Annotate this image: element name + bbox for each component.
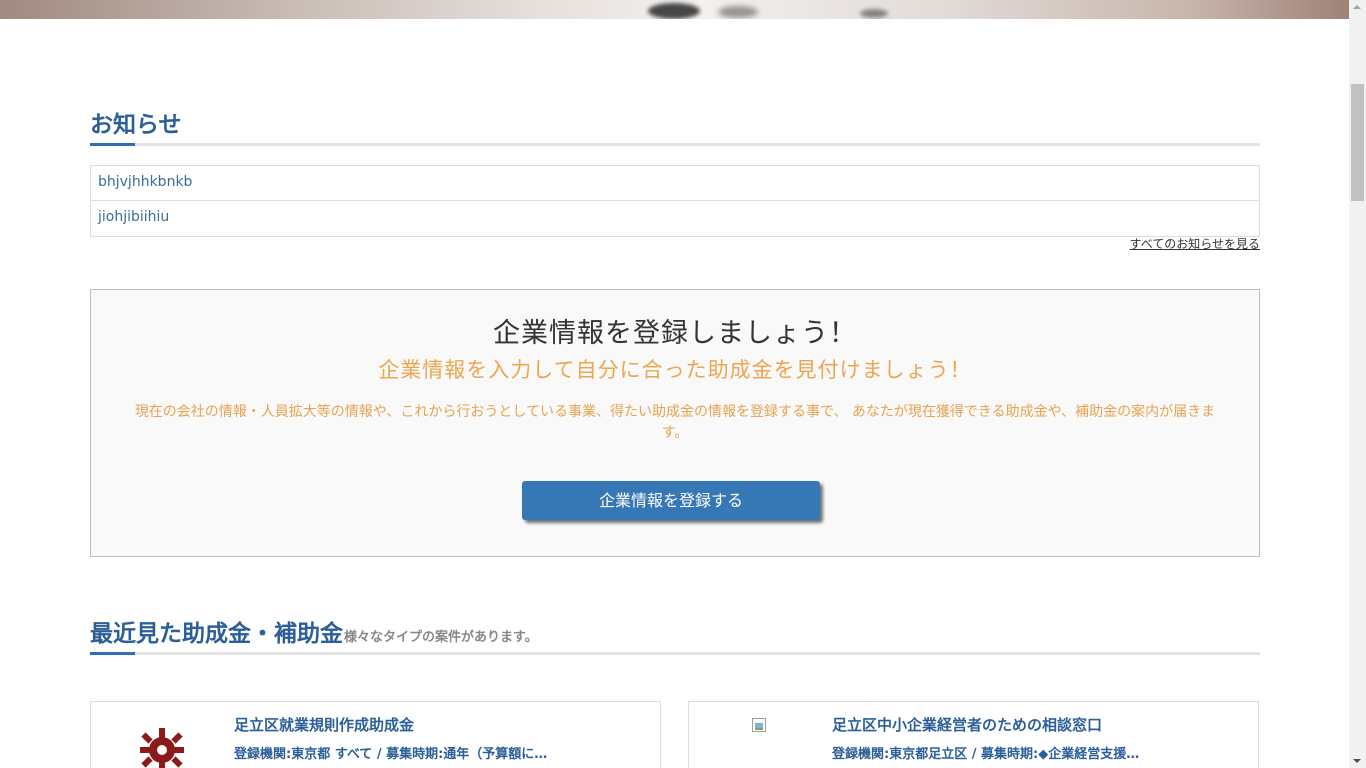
recent-section-subtitle: 様々なタイプの案件があります。	[344, 630, 538, 645]
cta-description: 現在の会社の情報・人員拡大等の情報や、これから行おうとしている事業、得たい助成金…	[134, 404, 1216, 441]
news-section-title: お知らせ	[90, 112, 182, 138]
card-meta: 登録機関:東京都 すべて / 募集時期:通年（予算額に…	[234, 747, 548, 762]
broken-image-icon	[752, 718, 766, 732]
view-all-news-link[interactable]: すべてのお知らせを見る	[1130, 235, 1260, 252]
scroll-down-icon[interactable]	[1353, 759, 1361, 763]
grant-card[interactable]: 足立区中小企業経営者のための相談窓口 登録機関:東京都足立区 / 募集時期:◆企…	[688, 701, 1259, 768]
scrollbar-thumb[interactable]	[1351, 84, 1364, 201]
scroll-up-icon[interactable]	[1353, 5, 1361, 9]
recent-section-header: 最近見た助成金・補助金様々なタイプの案件があります。	[90, 615, 1260, 655]
register-company-button[interactable]: 企業情報を登録する	[522, 481, 820, 520]
vertical-scrollbar[interactable]	[1349, 0, 1366, 768]
news-item[interactable]: jiohjibiihiu	[91, 201, 1259, 236]
card-title[interactable]: 足立区就業規則作成助成金	[234, 714, 414, 735]
hero-image-strip	[0, 0, 1349, 19]
cta-title: 企業情報を登録しましょう！	[493, 318, 857, 349]
news-list: bhjvjhhkbnkb jiohjibiihiu	[90, 165, 1260, 237]
card-meta: 登録機関:東京都足立区 / 募集時期:◆企業経営支援…	[832, 747, 1140, 762]
card-thumbnail	[91, 702, 233, 768]
card-thumbnail	[689, 702, 831, 768]
news-item[interactable]: bhjvjhhkbnkb	[91, 166, 1259, 201]
company-registration-panel: 企業情報を登録しましょう！ 企業情報を入力して自分に合った助成金を見付けましょう…	[90, 289, 1260, 557]
grant-card[interactable]: 足立区就業規則作成助成金 登録機関:東京都 すべて / 募集時期:通年（予算額に…	[90, 701, 661, 768]
recent-section-title: 最近見た助成金・補助金	[90, 621, 343, 647]
card-title[interactable]: 足立区中小企業経営者のための相談窓口	[832, 714, 1102, 735]
news-section-header: お知らせ	[90, 106, 1260, 146]
cta-subtitle: 企業情報を入力して自分に合った助成金を見付けましょう！	[378, 358, 972, 382]
adachi-emblem-icon	[140, 728, 184, 768]
